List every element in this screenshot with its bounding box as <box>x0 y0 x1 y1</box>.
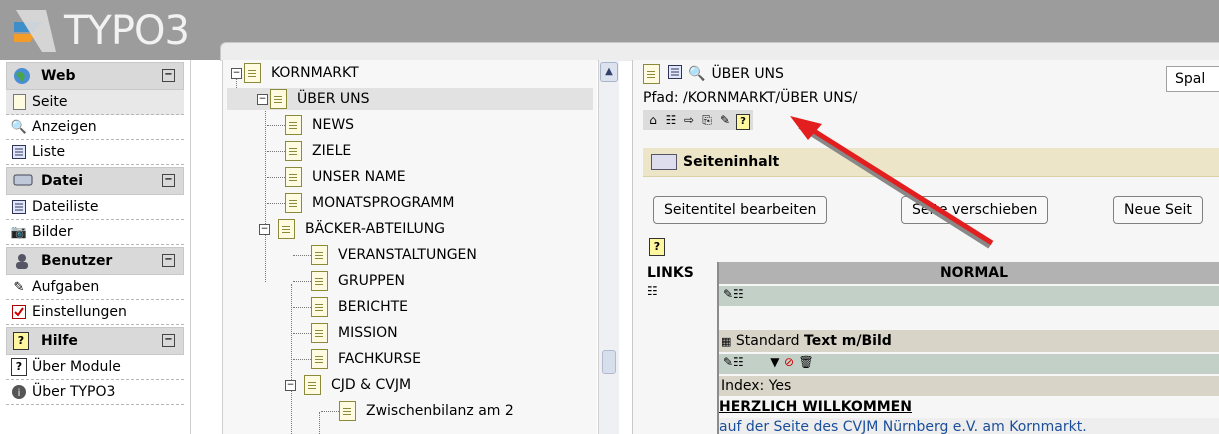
arrow-shadow <box>798 123 992 249</box>
annotation-arrow <box>790 116 994 249</box>
arrow-shaft <box>804 123 994 246</box>
